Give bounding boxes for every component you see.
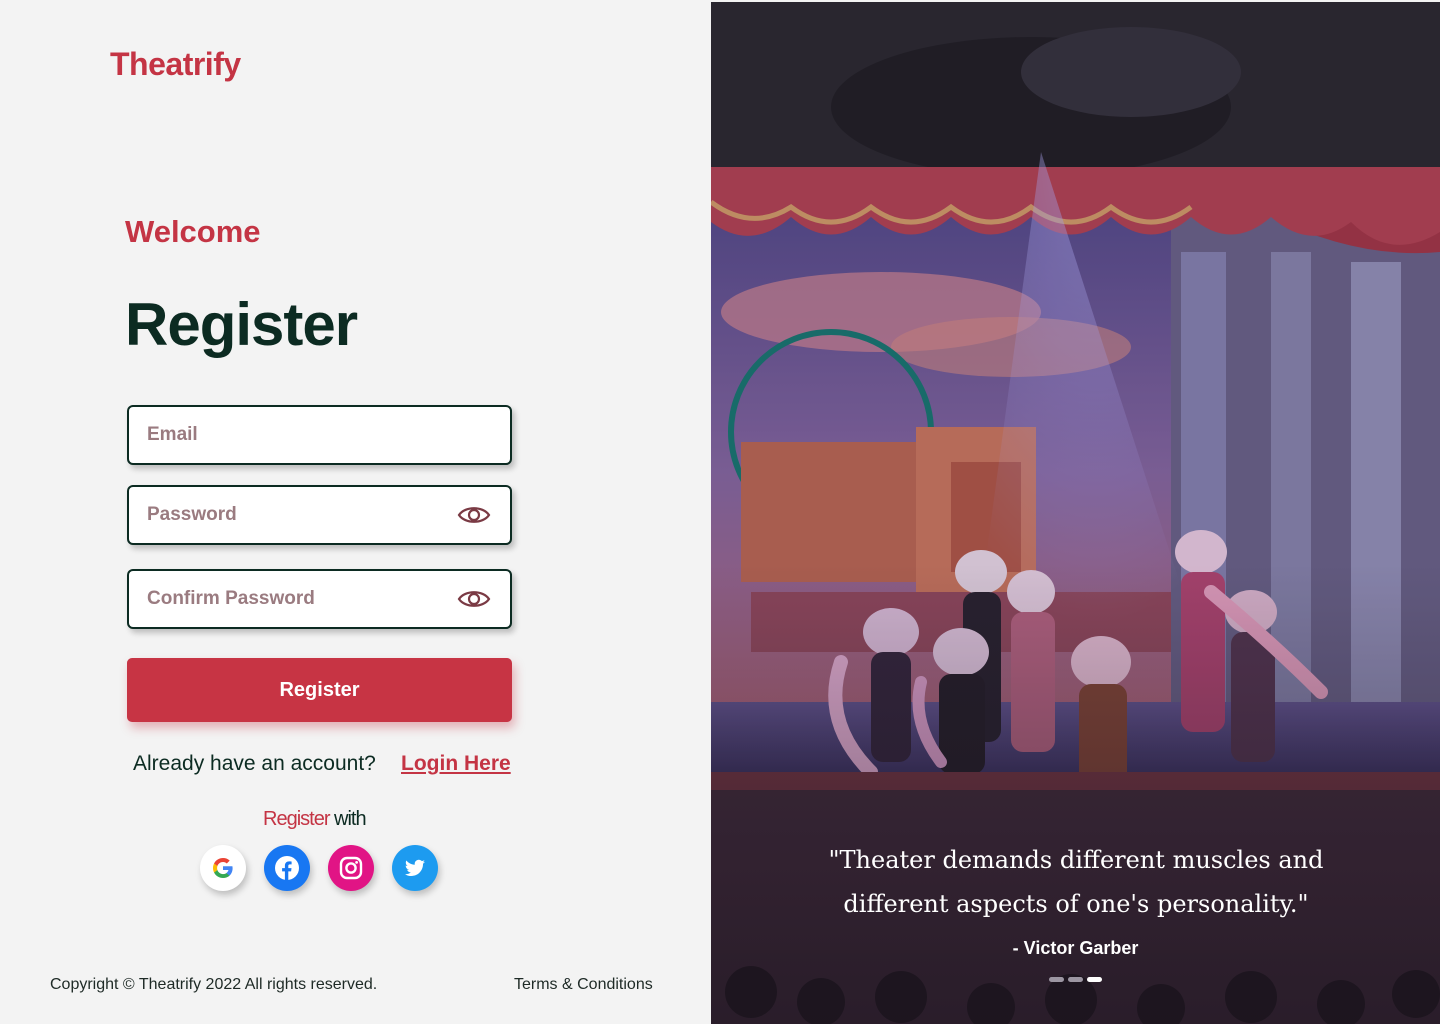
twitter-icon xyxy=(405,859,425,876)
show-confirm-password-eye-icon[interactable] xyxy=(456,587,492,611)
carousel-indicators xyxy=(1049,977,1102,982)
hero-quote-author: - Victor Garber xyxy=(1012,938,1139,958)
facebook-icon xyxy=(275,856,299,880)
register-button[interactable]: Register xyxy=(127,658,512,722)
instagram-icon xyxy=(339,856,363,880)
email-field-wrapper xyxy=(127,405,512,465)
hero-image-panel: "Theater demands different muscles and d… xyxy=(711,2,1440,1024)
google-icon xyxy=(213,858,233,878)
instagram-login-button[interactable] xyxy=(328,845,374,891)
page-title: Register xyxy=(125,291,358,358)
register-with-label: Register with xyxy=(263,808,367,831)
google-login-button[interactable] xyxy=(200,845,246,891)
carousel-dot-1[interactable] xyxy=(1049,977,1064,982)
login-here-link[interactable]: Login Here xyxy=(401,752,511,776)
confirm-password-field-wrapper xyxy=(127,569,512,629)
register-panel: Theatrify Welcome Register Register Alre… xyxy=(0,0,711,1024)
terms-conditions-link[interactable]: Terms & Conditions xyxy=(514,976,653,994)
email-field[interactable] xyxy=(147,407,492,463)
register-with-accent: Register xyxy=(263,808,330,830)
facebook-login-button[interactable] xyxy=(264,845,310,891)
already-account-text: Already have an account? xyxy=(133,752,376,775)
show-password-eye-icon[interactable] xyxy=(456,503,492,527)
password-field-wrapper xyxy=(127,485,512,545)
password-field[interactable] xyxy=(147,487,456,543)
carousel-dot-3[interactable] xyxy=(1087,977,1102,982)
hero-quote: "Theater demands different muscles and d… xyxy=(828,846,1324,918)
copyright-text: Copyright © Theatrify 2022 All rights re… xyxy=(50,976,378,993)
confirm-password-field[interactable] xyxy=(147,571,456,627)
welcome-heading: Welcome xyxy=(125,214,261,249)
register-with-rest: with xyxy=(329,808,367,830)
carousel-dot-2[interactable] xyxy=(1068,977,1083,982)
twitter-login-button[interactable] xyxy=(392,845,438,891)
brand-logo[interactable]: Theatrify xyxy=(110,46,241,83)
